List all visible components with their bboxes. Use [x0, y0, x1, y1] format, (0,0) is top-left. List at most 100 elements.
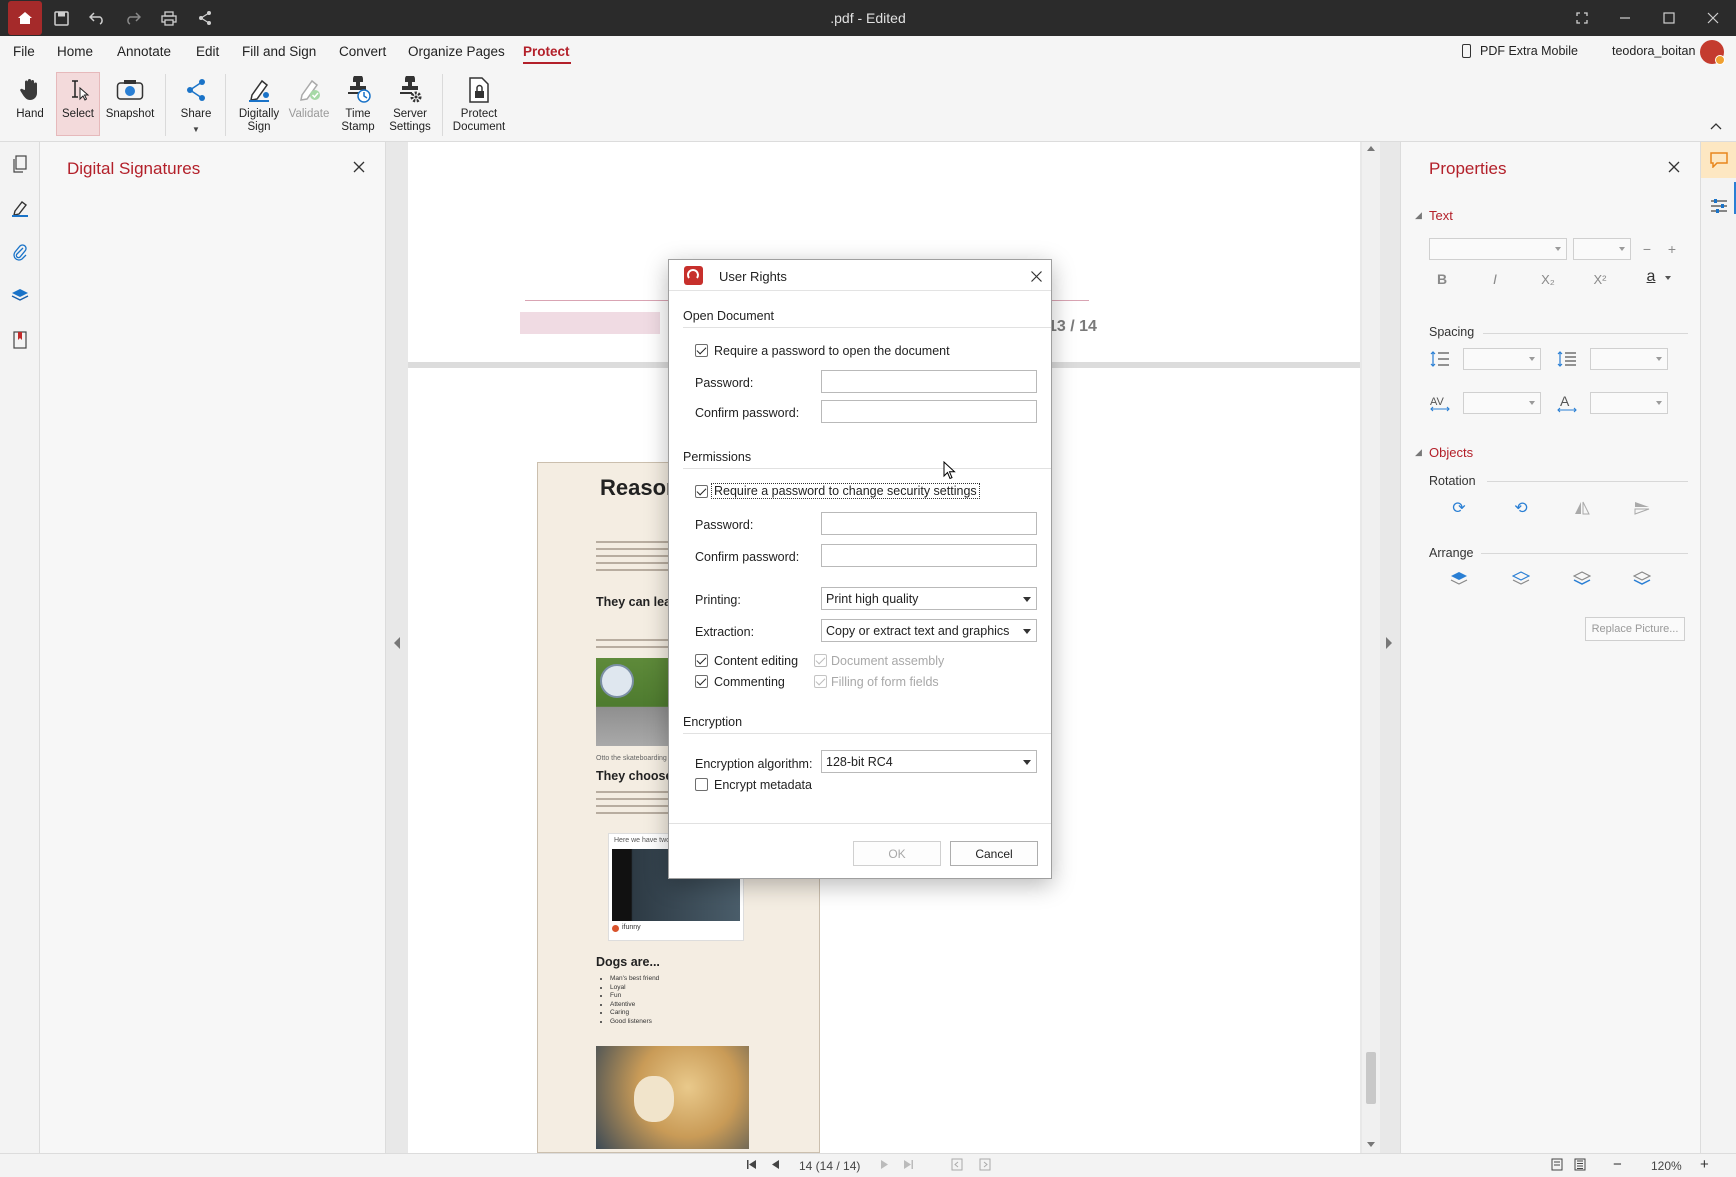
user-name[interactable]: teodora_boitan — [1612, 44, 1695, 58]
send-to-back-icon[interactable] — [1629, 566, 1655, 592]
character-spacing-icon[interactable]: AV — [1427, 390, 1453, 416]
increase-font-icon[interactable]: + — [1659, 236, 1685, 262]
scroll-up-icon[interactable] — [1367, 146, 1375, 151]
encryption-algorithm-select[interactable]: 128-bit RC4 — [821, 750, 1037, 773]
flip-vertical-icon[interactable] — [1629, 495, 1655, 521]
character-spacing-select[interactable] — [1463, 392, 1541, 414]
collapse-left-arrow-icon[interactable] — [393, 637, 401, 652]
bring-forward-icon[interactable] — [1508, 566, 1534, 592]
first-page-icon[interactable] — [746, 1159, 757, 1173]
bookmark-icon[interactable] — [8, 328, 32, 352]
pages-icon[interactable] — [8, 152, 32, 176]
baseline-shift-select[interactable] — [1590, 392, 1668, 414]
objects-collapse-icon[interactable]: ◢ — [1415, 447, 1422, 458]
commenting-label[interactable]: Commenting — [714, 675, 785, 689]
bold-icon[interactable]: B — [1429, 266, 1455, 292]
open-confirm-password-field[interactable] — [821, 400, 1037, 423]
signature-panel-icon[interactable] — [8, 196, 32, 220]
minimize-icon[interactable] — [1608, 0, 1642, 36]
cancel-button[interactable]: Cancel — [950, 841, 1038, 866]
zoom-in-icon[interactable]: + — [1700, 1156, 1709, 1173]
last-page-icon[interactable] — [903, 1159, 914, 1173]
digitally-sign-button[interactable]: Digitally Sign — [234, 72, 284, 134]
attachment-icon[interactable] — [8, 240, 32, 264]
page-indicator[interactable]: 14 (14 / 14) — [799, 1159, 860, 1173]
permissions-password-field[interactable] — [821, 512, 1037, 535]
mobile-phone-icon[interactable] — [1462, 44, 1471, 61]
line-spacing-icon[interactable] — [1427, 346, 1453, 372]
paragraph-spacing-icon[interactable] — [1554, 346, 1580, 372]
bring-to-front-icon[interactable] — [1446, 566, 1472, 592]
comment-icon[interactable] — [1710, 152, 1728, 171]
flip-horizontal-icon[interactable] — [1569, 495, 1595, 521]
rotate-clockwise-icon[interactable]: ⟳ — [1446, 495, 1472, 521]
subscript-icon[interactable]: X₂ — [1535, 266, 1561, 292]
next-view-icon[interactable] — [979, 1158, 991, 1174]
font-size-select[interactable] — [1573, 238, 1631, 260]
require-change-password-checkbox[interactable] — [695, 485, 708, 498]
line-spacing-select[interactable] — [1463, 348, 1541, 370]
menu-file[interactable]: File — [13, 44, 35, 59]
zoom-level[interactable]: 120% — [1651, 1159, 1682, 1173]
menu-organize[interactable]: Organize Pages — [408, 44, 505, 59]
share-button[interactable]: Share ▼ — [176, 72, 216, 136]
decrease-font-icon[interactable]: − — [1634, 236, 1660, 262]
protect-document-button[interactable]: Protect Document — [450, 72, 508, 134]
require-change-password-label[interactable]: Require a password to change security se… — [711, 483, 980, 499]
snapshot-button[interactable]: Snapshot — [104, 72, 156, 121]
avatar[interactable] — [1700, 40, 1725, 65]
menu-home[interactable]: Home — [57, 44, 93, 59]
scroll-down-icon[interactable] — [1367, 1142, 1375, 1147]
close-properties-icon[interactable] — [1668, 161, 1680, 176]
menu-annotate[interactable]: Annotate — [117, 44, 171, 59]
vertical-scrollbar[interactable] — [1362, 142, 1380, 1153]
permissions-confirm-password-field[interactable] — [821, 544, 1037, 567]
replace-picture-button[interactable]: Replace Picture... — [1585, 617, 1685, 641]
previous-view-icon[interactable] — [951, 1158, 963, 1174]
next-page-icon[interactable] — [880, 1159, 889, 1173]
baseline-shift-icon[interactable]: A — [1554, 390, 1580, 416]
content-editing-checkbox[interactable] — [695, 654, 708, 667]
menu-edit[interactable]: Edit — [196, 44, 219, 59]
menu-convert[interactable]: Convert — [339, 44, 386, 59]
dialog-close-icon[interactable] — [1031, 270, 1042, 285]
collapse-right-arrow-icon[interactable] — [1385, 637, 1393, 652]
close-panel-icon[interactable] — [353, 161, 365, 176]
open-password-field[interactable] — [821, 370, 1037, 393]
text-color-icon[interactable]: a — [1638, 264, 1664, 290]
commenting-checkbox[interactable] — [695, 675, 708, 688]
menu-protect[interactable]: Protect — [523, 44, 570, 59]
content-editing-label[interactable]: Content editing — [714, 654, 798, 668]
require-open-password-label[interactable]: Require a password to open the document — [714, 344, 950, 358]
scroll-thumb[interactable] — [1366, 1052, 1376, 1104]
collapse-ribbon-icon[interactable] — [1710, 118, 1722, 133]
properties-sliders-icon[interactable] — [1710, 198, 1728, 217]
close-window-icon[interactable] — [1696, 0, 1730, 36]
time-stamp-button[interactable]: Time Stamp — [336, 72, 380, 134]
validate-button[interactable]: Validate — [286, 72, 332, 121]
hand-tool-button[interactable]: Hand — [12, 72, 48, 121]
font-family-select[interactable] — [1429, 238, 1567, 260]
layers-icon[interactable] — [8, 284, 32, 308]
select-tool-button[interactable]: Select — [58, 72, 98, 121]
paragraph-spacing-select[interactable] — [1590, 348, 1668, 370]
encrypt-metadata-label[interactable]: Encrypt metadata — [714, 778, 812, 792]
filling-form-fields-checkbox[interactable] — [814, 675, 827, 688]
zoom-out-icon[interactable]: − — [1613, 1156, 1622, 1173]
rotate-counterclockwise-icon[interactable]: ⟲ — [1508, 495, 1534, 521]
server-settings-button[interactable]: Server Settings — [386, 72, 434, 134]
continuous-view-icon[interactable] — [1574, 1158, 1586, 1174]
menu-fill-sign[interactable]: Fill and Sign — [242, 44, 316, 59]
maximize-icon[interactable] — [1652, 0, 1686, 36]
send-backward-icon[interactable] — [1569, 566, 1595, 592]
previous-page-icon[interactable] — [771, 1159, 780, 1173]
printing-select[interactable]: Print high quality — [821, 587, 1037, 610]
encrypt-metadata-checkbox[interactable] — [695, 778, 708, 791]
text-collapse-icon[interactable]: ◢ — [1415, 210, 1422, 221]
fullscreen-icon[interactable] — [1565, 0, 1599, 36]
extraction-select[interactable]: Copy or extract text and graphics — [821, 619, 1037, 642]
pdf-extra-mobile-link[interactable]: PDF Extra Mobile — [1480, 44, 1578, 58]
italic-icon[interactable]: I — [1482, 266, 1508, 292]
ok-button[interactable]: OK — [853, 841, 941, 866]
require-open-password-checkbox[interactable] — [695, 344, 708, 357]
